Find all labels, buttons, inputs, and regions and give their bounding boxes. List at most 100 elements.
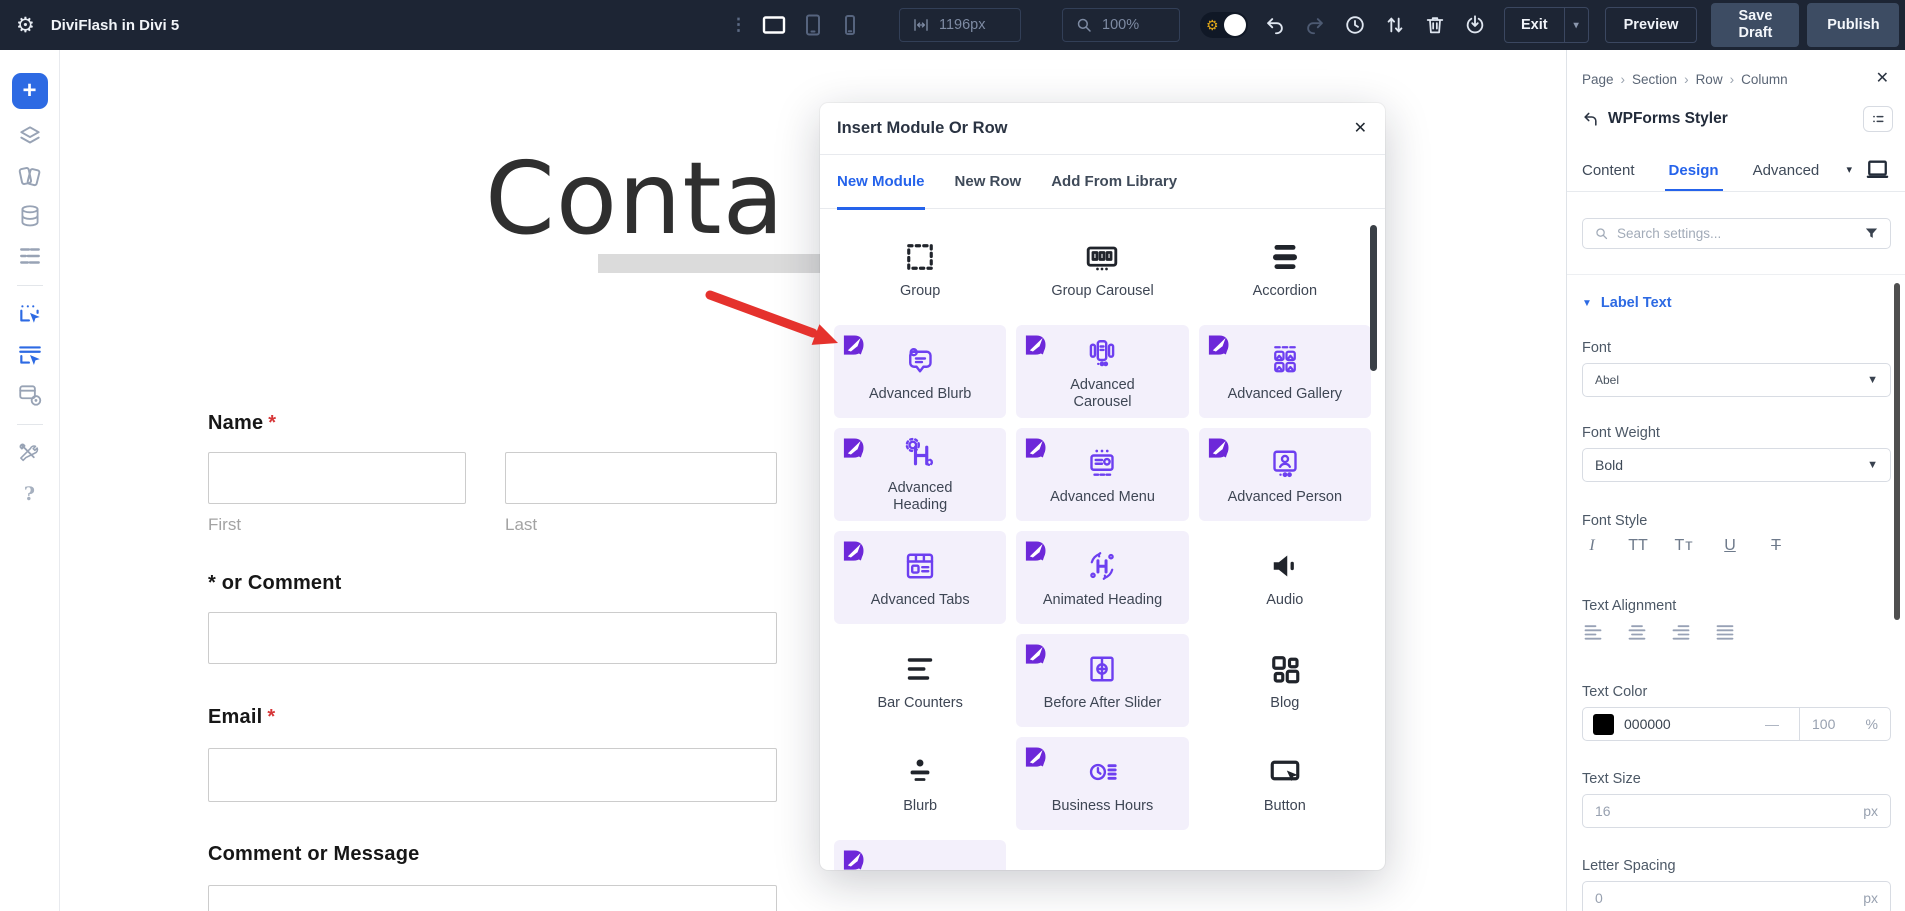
font-style-italic-button[interactable]: I <box>1582 537 1602 555</box>
label-text-section-toggle[interactable]: ▼ Label Text <box>1582 295 1672 311</box>
exit-button[interactable]: Exit ▾ <box>1504 7 1589 43</box>
canvas-width-field[interactable]: 1196px <box>899 8 1021 42</box>
font-style-capitalize-button[interactable]: Tᴛ <box>1674 537 1694 555</box>
save-draft-button[interactable]: Save Draft <box>1711 3 1799 47</box>
portability-icon[interactable] <box>1464 14 1486 36</box>
layers-icon[interactable] <box>17 123 43 149</box>
settings-search[interactable] <box>1582 218 1891 249</box>
align-center-button[interactable] <box>1626 622 1648 642</box>
font-style-underline-button[interactable]: U <box>1720 537 1740 555</box>
module-partial-megaphone[interactable] <box>1016 840 1188 870</box>
module-animated-heading[interactable]: Animated Heading <box>1016 531 1188 624</box>
module-advanced-blurb[interactable]: Advanced Blurb <box>834 325 1006 418</box>
database-icon[interactable] <box>17 203 43 229</box>
filter-funnel-icon[interactable] <box>1864 226 1879 241</box>
module-accordion[interactable]: Accordion <box>1199 222 1371 315</box>
opacity-value: 100 <box>1812 716 1835 732</box>
history-icon[interactable] <box>1344 14 1366 36</box>
letter-spacing-input[interactable]: 0 px <box>1582 881 1891 911</box>
last-name-input[interactable] <box>505 452 777 504</box>
panel-close-icon[interactable]: ✕ <box>1876 68 1889 88</box>
modal-tab-new-module[interactable]: New Module <box>837 155 925 209</box>
module-advanced-heading[interactable]: Advanced Heading <box>834 428 1006 521</box>
module-group[interactable]: Group <box>834 222 1006 315</box>
text-size-input[interactable]: 16 px <box>1582 794 1891 828</box>
font-select[interactable]: Abel ▼ <box>1582 363 1891 397</box>
zoom-field[interactable]: 100% <box>1062 8 1180 42</box>
breadcrumb-item-row[interactable]: Row <box>1696 72 1723 87</box>
or-comment-label: * or Comment <box>208 572 342 595</box>
color-hex-value: 000000 <box>1624 716 1671 732</box>
module-label: Advanced Blurb <box>869 386 971 403</box>
first-name-input[interactable] <box>208 452 466 504</box>
responsive-preview-icon[interactable] <box>1864 158 1891 180</box>
add-module-button[interactable]: + <box>12 73 48 109</box>
panel-tab-advanced[interactable]: Advanced <box>1753 162 1820 192</box>
module-bar-counters[interactable]: Bar Counters <box>834 634 1006 727</box>
opacity-field[interactable]: 100 % <box>1800 708 1890 740</box>
message-textarea[interactable] <box>208 885 777 911</box>
align-left-button[interactable] <box>1582 622 1604 642</box>
module-business-hours[interactable]: Business Hours <box>1016 737 1188 830</box>
panel-tab-content[interactable]: Content <box>1582 162 1635 192</box>
swap-arrows-icon[interactable] <box>1384 14 1406 36</box>
settings-gear-icon[interactable]: ⚙ <box>16 15 35 36</box>
align-justify-button[interactable] <box>1714 622 1736 642</box>
breadcrumb-item-column[interactable]: Column <box>1741 72 1788 87</box>
page-heading[interactable]: Conta <box>485 140 785 257</box>
tablet-view-icon[interactable] <box>801 13 825 37</box>
module-advanced-tabs[interactable]: Advanced Tabs <box>834 531 1006 624</box>
module-blurb[interactable]: Blurb <box>834 737 1006 830</box>
or-comment-input[interactable] <box>208 612 777 664</box>
kebab-menu-icon[interactable]: ⋮ <box>730 15 747 35</box>
module-audio[interactable]: Audio <box>1199 531 1371 624</box>
phone-view-icon[interactable] <box>838 13 862 37</box>
insert-row-mode-icon[interactable] <box>17 342 43 368</box>
panel-scrollbar-thumb[interactable] <box>1894 283 1900 620</box>
style-presets-icon[interactable] <box>17 163 43 189</box>
module-partial-circle-dashed[interactable] <box>1199 840 1371 870</box>
modal-tab-add-from-library[interactable]: Add From Library <box>1051 155 1177 209</box>
tabs-caret-icon[interactable]: ▾ <box>1846 163 1852 176</box>
preview-button[interactable]: Preview <box>1605 7 1698 43</box>
module-presets-icon[interactable] <box>17 382 43 408</box>
trash-icon[interactable] <box>1424 14 1446 36</box>
insert-module-mode-icon[interactable] <box>17 302 43 328</box>
modal-tab-new-row[interactable]: New Row <box>955 155 1022 209</box>
breadcrumb-item-page[interactable]: Page <box>1582 72 1614 87</box>
module-before-after-slider[interactable]: Before After Slider <box>1016 634 1188 727</box>
builder-toggle[interactable]: ⚙ <box>1200 12 1248 38</box>
publish-button[interactable]: Publish <box>1807 3 1899 47</box>
modal-close-icon[interactable]: ✕ <box>1354 118 1367 138</box>
breadcrumb-item-section[interactable]: Section <box>1632 72 1677 87</box>
module-group-carousel[interactable]: Group Carousel <box>1016 222 1188 315</box>
email-input[interactable] <box>208 748 777 802</box>
color-swatch[interactable] <box>1593 714 1614 735</box>
module-advanced-carousel[interactable]: Advanced Carousel <box>1016 325 1188 418</box>
font-style-strikethrough-button[interactable]: T <box>1766 537 1786 555</box>
modal-scrollbar-thumb[interactable] <box>1370 225 1377 371</box>
modal-header: Insert Module Or Row ✕ <box>820 103 1385 155</box>
color-picker-field[interactable]: 000000 — <box>1583 708 1799 740</box>
undo-icon[interactable] <box>1264 14 1286 36</box>
back-arrow-icon[interactable] <box>1582 111 1599 128</box>
panel-options-button[interactable] <box>1863 106 1893 132</box>
panel-tab-design[interactable]: Design <box>1669 162 1719 192</box>
font-weight-select[interactable]: Bold ▼ <box>1582 448 1891 482</box>
tools-icon[interactable] <box>17 441 43 467</box>
module-advanced-person[interactable]: Advanced Person <box>1199 428 1371 521</box>
module-partial-image[interactable] <box>834 840 1006 870</box>
font-style-uppercase-button[interactable]: TT <box>1628 537 1648 555</box>
exit-caret-icon[interactable]: ▾ <box>1565 20 1588 31</box>
module-blog[interactable]: Blog <box>1199 634 1371 727</box>
module-advanced-menu[interactable]: Advanced Menu <box>1016 428 1188 521</box>
module-advanced-gallery[interactable]: Advanced Gallery <box>1199 325 1371 418</box>
wireframe-view-icon[interactable] <box>17 243 43 269</box>
settings-search-input[interactable] <box>1617 226 1856 241</box>
help-icon[interactable]: ? <box>17 481 43 507</box>
save-draft-label: Save Draft <box>1721 8 1789 43</box>
align-right-button[interactable] <box>1670 622 1692 642</box>
desktop-view-icon[interactable] <box>760 13 788 37</box>
module-button[interactable]: Button <box>1199 737 1371 830</box>
redo-icon[interactable] <box>1304 14 1326 36</box>
